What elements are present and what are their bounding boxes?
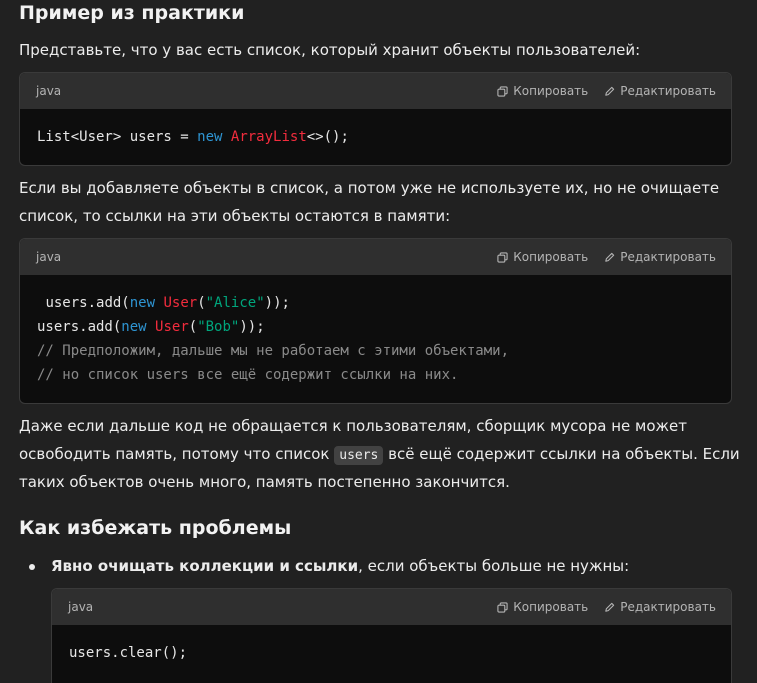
- copy-icon: [497, 251, 508, 263]
- pencil-icon: [605, 86, 615, 96]
- code-header: java Копировать Редактировать: [20, 239, 731, 275]
- code-content: users.add(new User("Alice")); users.add(…: [20, 275, 731, 402]
- code-block-3: java Копировать Редактировать users.clea…: [51, 588, 732, 683]
- code-header: java Копировать Редактировать: [20, 73, 731, 109]
- code-header: java Копировать Редактировать: [52, 589, 731, 625]
- code-content: List<User> users = new ArrayList<>();: [20, 109, 731, 164]
- pencil-icon: [605, 602, 615, 612]
- code-comment-line: // Предположим, дальше мы не работаем с …: [37, 343, 510, 359]
- code-line: List<User> users = new ArrayList<>();: [37, 129, 349, 145]
- pencil-icon: [605, 252, 615, 262]
- inline-code-users: users: [334, 446, 384, 465]
- copy-button[interactable]: Копировать: [497, 250, 588, 264]
- bullet-marker: [29, 564, 35, 570]
- paragraph-3-line-1: Даже если дальше код не обращается к пол…: [19, 417, 687, 435]
- copy-button[interactable]: Копировать: [497, 84, 588, 98]
- code-language-label: java: [36, 250, 62, 264]
- paragraph-2-line-2: список, то ссылки на эти объекты остаютс…: [19, 207, 451, 225]
- copy-button[interactable]: Копировать: [497, 600, 588, 614]
- section-heading-avoid: Как избежать проблемы: [19, 517, 292, 539]
- code-content: users.clear();: [52, 625, 731, 680]
- intro-paragraph: Представьте, что у вас есть список, кото…: [19, 41, 641, 59]
- code-line: users.clear();: [69, 645, 188, 661]
- code-line: users.add(new User("Alice"));: [45, 295, 290, 311]
- code-block-2: java Копировать Редактировать users.add(…: [19, 238, 732, 404]
- code-line: users.add(new User("Bob"));: [37, 319, 265, 335]
- copy-label: Копировать: [513, 600, 589, 614]
- edit-label: Редактировать: [620, 600, 716, 614]
- copy-label: Копировать: [513, 84, 589, 98]
- edit-label: Редактировать: [620, 250, 716, 264]
- copy-label: Копировать: [513, 250, 589, 264]
- paragraph-3-line-2: освободить память, потому что список use…: [19, 445, 740, 465]
- code-comment-line: // но список users все ещё содержит ссыл…: [37, 367, 459, 383]
- section-heading-example: Пример из практики: [19, 2, 245, 24]
- edit-button[interactable]: Редактировать: [604, 84, 716, 98]
- copy-icon: [497, 85, 508, 97]
- paragraph-2-line-1: Если вы добавляете объекты в список, а п…: [19, 179, 720, 197]
- code-language-label: java: [68, 600, 94, 614]
- copy-icon: [497, 601, 508, 613]
- bullet-item-1: Явно очищать коллекции и ссылки, если об…: [51, 557, 630, 575]
- edit-button[interactable]: Редактировать: [604, 250, 716, 264]
- paragraph-3-line-3: таких объектов очень много, память посте…: [19, 473, 510, 491]
- edit-button[interactable]: Редактировать: [604, 600, 716, 614]
- edit-label: Редактировать: [620, 84, 716, 98]
- code-block-1: java Копировать Редактировать List<User>…: [19, 72, 732, 166]
- bullet-bold-text: Явно очищать коллекции и ссылки: [51, 557, 359, 575]
- code-language-label: java: [36, 84, 62, 98]
